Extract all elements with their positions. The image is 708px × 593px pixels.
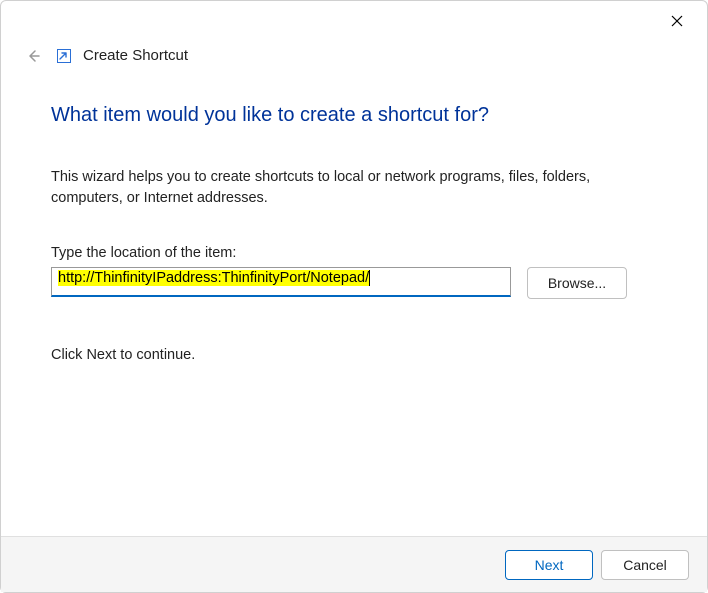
arrow-left-icon xyxy=(25,48,41,64)
header-title: Create Shortcut xyxy=(83,47,188,64)
back-button[interactable] xyxy=(21,48,45,64)
location-input[interactable]: http://ThinfinityIPaddress:ThinfinityPor… xyxy=(51,267,511,297)
wizard-description: This wizard helps you to create shortcut… xyxy=(51,167,611,209)
next-button[interactable]: Next xyxy=(505,550,593,580)
wizard-content: What item would you like to create a sho… xyxy=(1,64,707,536)
wizard-footer: Next Cancel xyxy=(1,536,707,592)
continue-hint: Click Next to continue. xyxy=(51,347,657,363)
location-input-value: http://ThinfinityIPaddress:ThinfinityPor… xyxy=(58,270,369,286)
cancel-button[interactable]: Cancel xyxy=(601,550,689,580)
browse-button[interactable]: Browse... xyxy=(527,267,627,299)
close-icon xyxy=(671,15,683,27)
wizard-header: Create Shortcut xyxy=(1,41,707,64)
page-heading: What item would you like to create a sho… xyxy=(51,104,657,127)
text-caret: ​ xyxy=(369,270,370,286)
close-button[interactable] xyxy=(657,6,697,36)
titlebar xyxy=(1,1,707,41)
location-row: http://ThinfinityIPaddress:ThinfinityPor… xyxy=(51,267,657,299)
location-label: Type the location of the item: xyxy=(51,245,657,261)
shortcut-icon xyxy=(57,49,71,63)
